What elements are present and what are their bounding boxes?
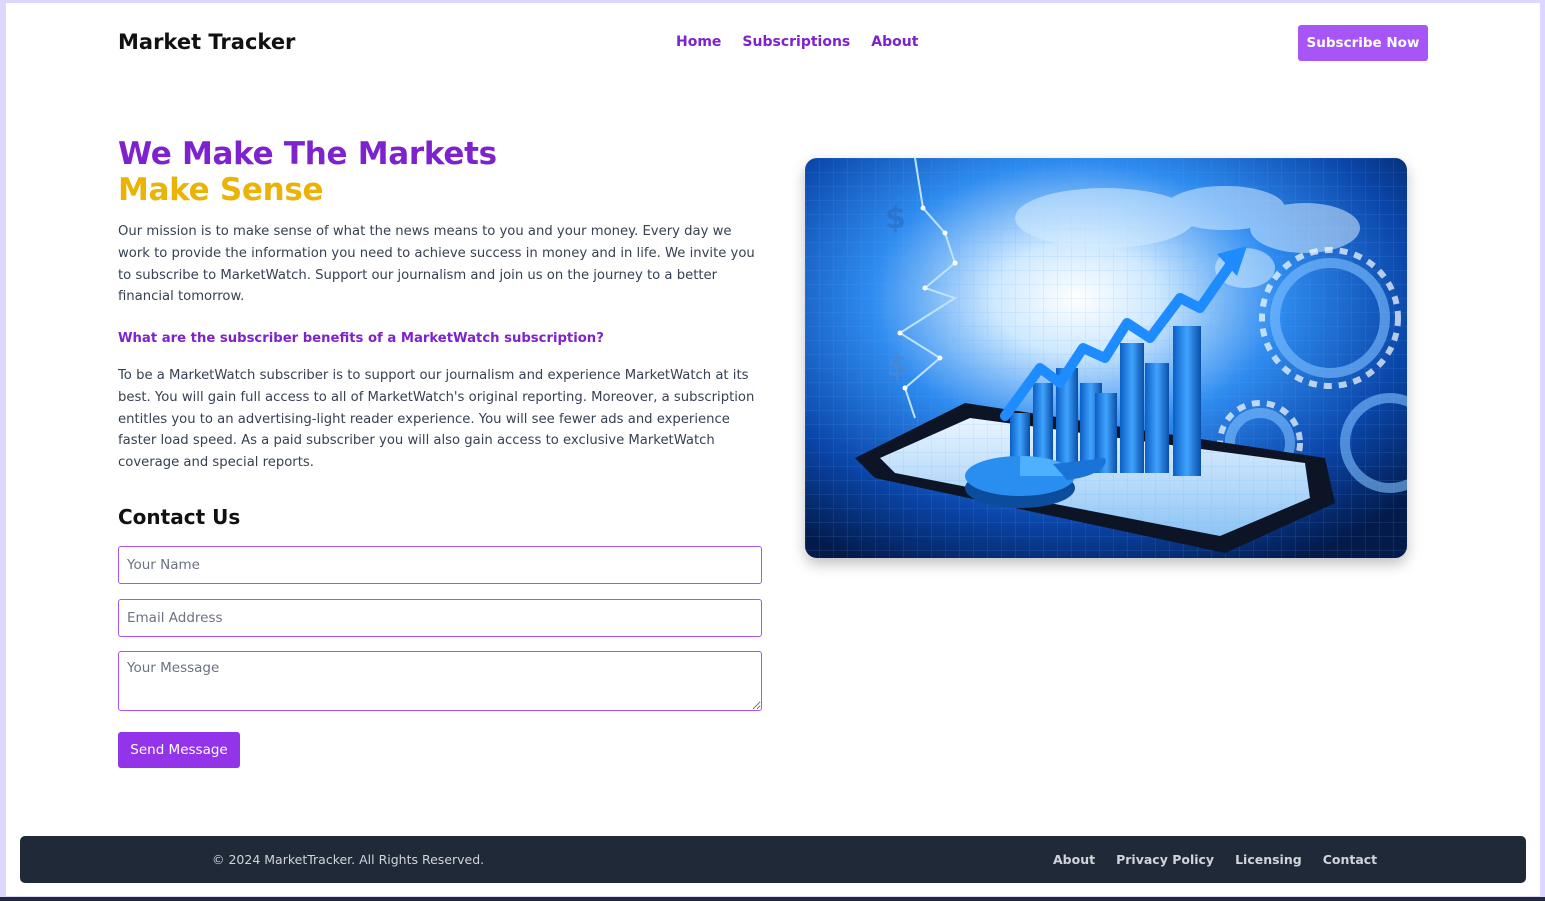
copyright-text: © 2024 MarketTracker. All Rights Reserve… — [212, 852, 485, 867]
benefits-answer: To be a MarketWatch subscriber is to sup… — [118, 368, 755, 471]
market-chart-illustration: $ $ — [805, 158, 1407, 558]
svg-text:$: $ — [887, 349, 908, 384]
mission-paragraph: Our mission is to make sense of what the… — [118, 224, 755, 305]
hero-title-line2: Make Sense — [118, 172, 324, 208]
name-input[interactable] — [118, 546, 762, 584]
brand-logo[interactable]: Market Tracker — [118, 30, 295, 54]
footer-link-licensing[interactable]: Licensing — [1235, 852, 1302, 867]
page: Market Tracker Home Subscriptions About … — [6, 3, 1540, 896]
hero-title: We Make The Markets Make Sense — [118, 136, 497, 208]
send-message-button[interactable]: Send Message — [118, 732, 240, 768]
footer-links: About Privacy Policy Licensing Contact — [1053, 852, 1377, 867]
nav-home[interactable]: Home — [676, 34, 721, 50]
email-input[interactable] — [118, 599, 762, 637]
window-bottom-edge — [0, 897, 1545, 901]
message-textarea[interactable] — [118, 651, 762, 711]
footer-link-privacy-policy[interactable]: Privacy Policy — [1116, 852, 1214, 867]
site-footer: © 2024 MarketTracker. All Rights Reserve… — [20, 836, 1526, 883]
svg-text:$: $ — [885, 201, 906, 236]
nav-subscriptions[interactable]: Subscriptions — [742, 34, 850, 50]
footer-link-contact[interactable]: Contact — [1323, 852, 1377, 867]
footer-link-about[interactable]: About — [1053, 852, 1095, 867]
subscribe-now-button[interactable]: Subscribe Now — [1298, 25, 1428, 61]
nav-about[interactable]: About — [871, 34, 918, 50]
hero-title-line1: We Make The Markets — [118, 136, 497, 172]
benefits-question: What are the subscriber benefits of a Ma… — [118, 331, 604, 346]
contact-title: Contact Us — [118, 505, 241, 529]
main-nav: Home Subscriptions About — [676, 34, 918, 50]
